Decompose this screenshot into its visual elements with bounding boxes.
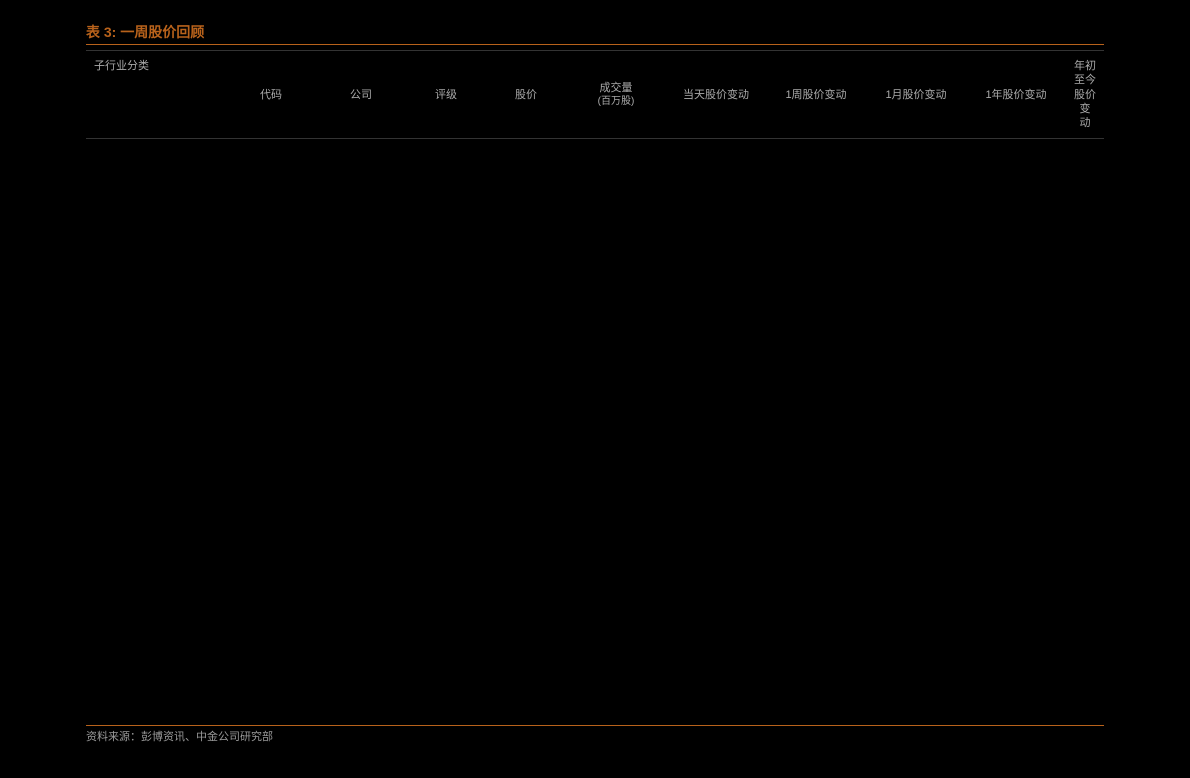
th-code: 代码	[226, 51, 316, 138]
th-rating: 评级	[406, 51, 486, 138]
th-ytd-change: 年初至今股价变 动	[1066, 51, 1104, 138]
th-month-change: 1月股价变动	[866, 51, 966, 138]
th-week-change: 1周股价变动	[766, 51, 866, 138]
footer-divider	[86, 725, 1104, 726]
th-day-change: 当天股价变动	[666, 51, 766, 138]
table-title-row: 表 3: 一周股价回顾	[86, 22, 1104, 42]
title-divider	[86, 44, 1104, 45]
th-company: 公司	[316, 51, 406, 138]
th-industry: 子行业分类	[86, 51, 226, 138]
table-header-row: 子行业分类 代码 公司 评级 股价 成交量 (百万股) 当天股价变动 1周股价变…	[86, 50, 1104, 139]
th-price: 股价	[486, 51, 566, 138]
th-volume: 成交量 (百万股)	[566, 51, 666, 138]
th-volume-line1: 成交量	[600, 81, 633, 95]
th-volume-line2: (百万股)	[598, 95, 635, 108]
table-number-label: 表 3:	[86, 22, 116, 42]
th-ytd-line2: 动	[1080, 116, 1091, 130]
source-citation: 资料来源：彭博资讯、中金公司研究部	[86, 728, 273, 744]
th-year-change: 1年股价变动	[966, 51, 1066, 138]
document-page: 表 3: 一周股价回顾 子行业分类 代码 公司 评级 股价 成交量 (百万股) …	[0, 0, 1190, 778]
th-ytd-line1: 年初至今股价变	[1070, 59, 1100, 116]
table-title-text: 一周股价回顾	[120, 22, 204, 42]
